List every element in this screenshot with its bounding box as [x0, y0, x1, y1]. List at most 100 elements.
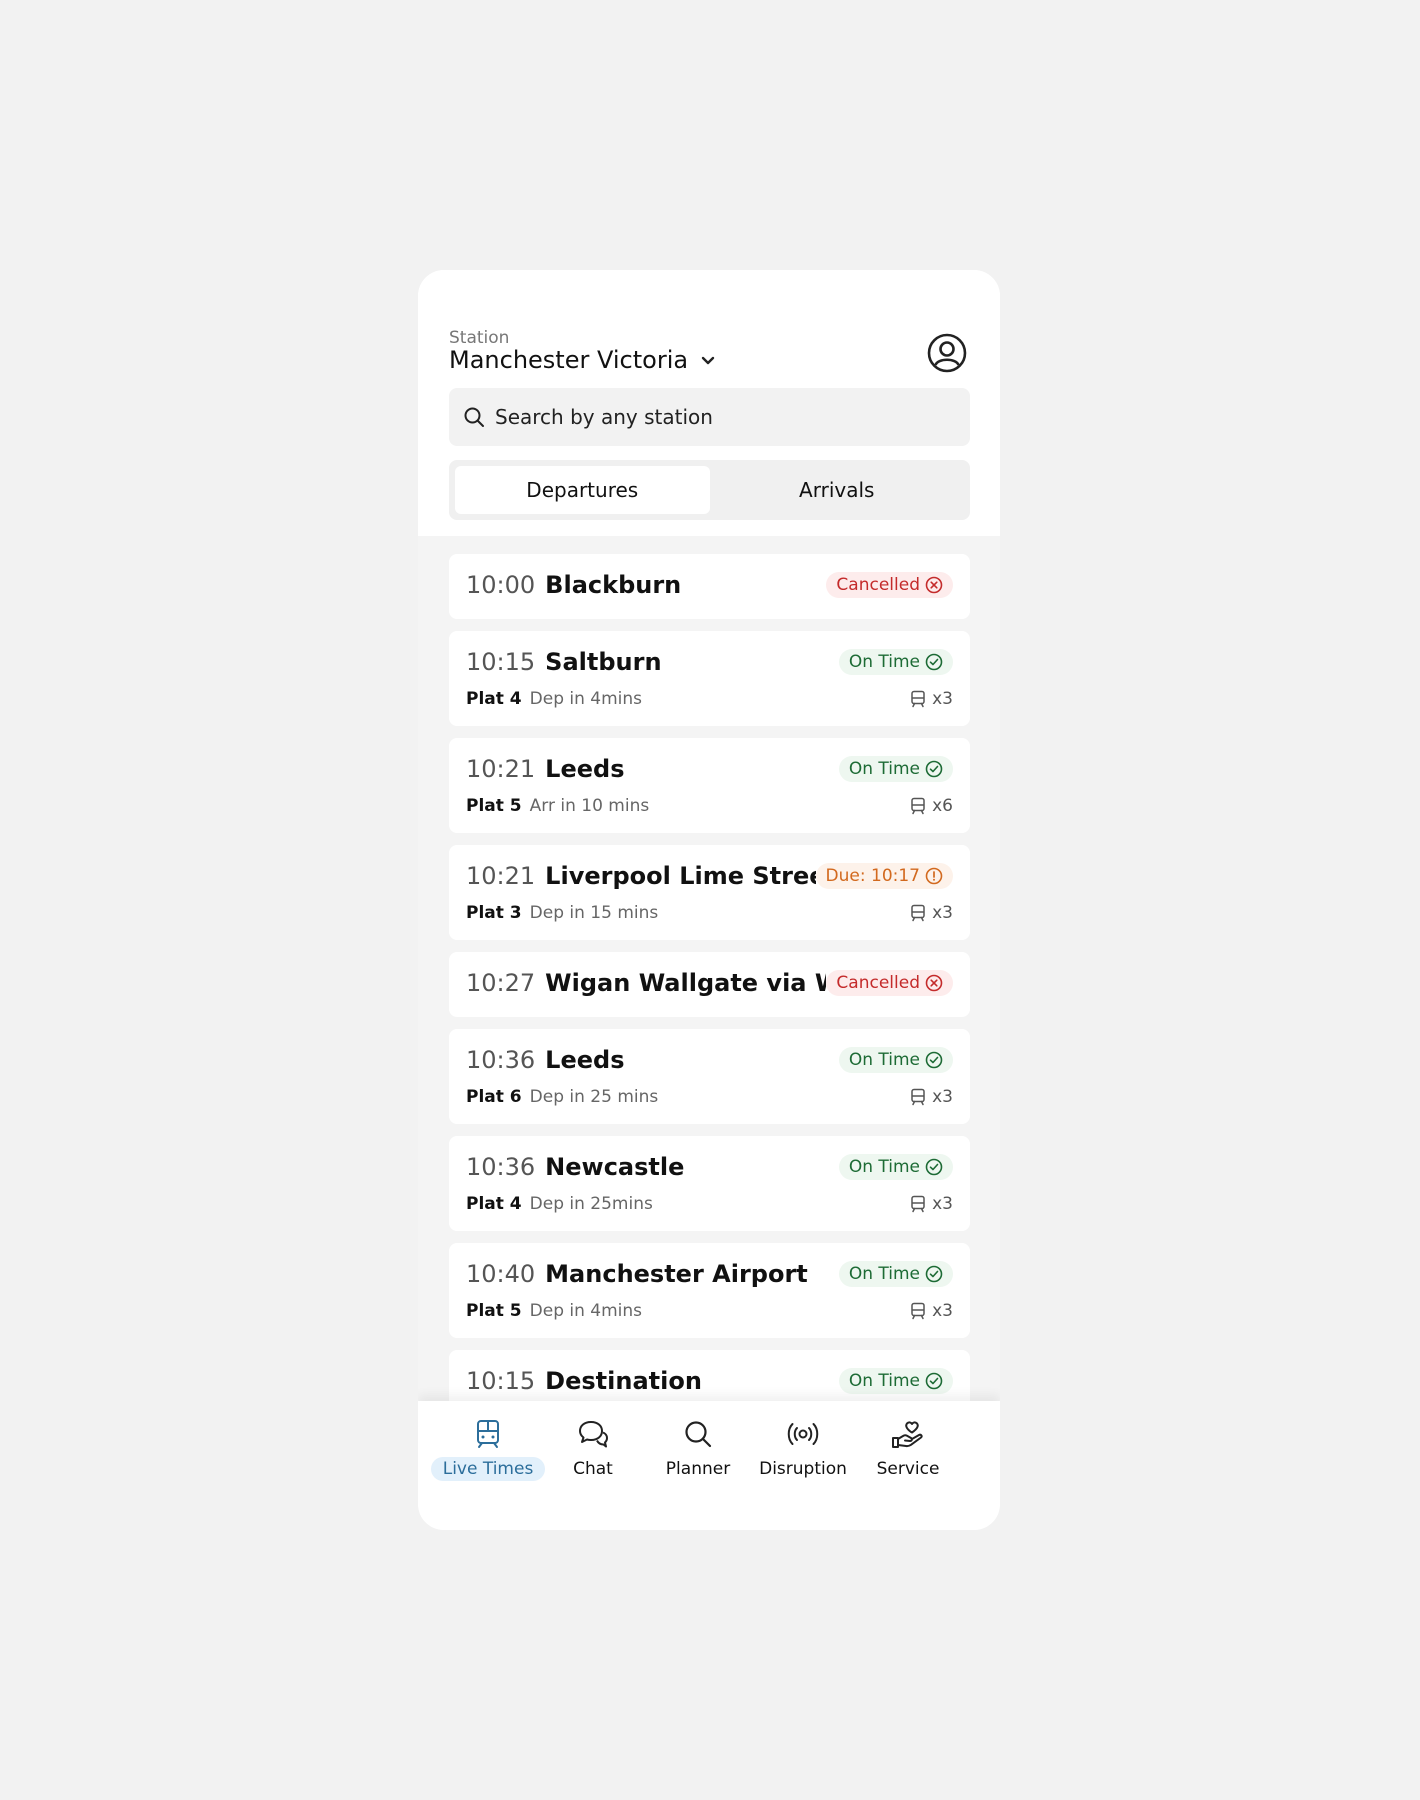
- status-text: On Time: [848, 652, 920, 672]
- carriage-icon: [910, 904, 926, 922]
- check-circle-icon: [925, 760, 943, 778]
- search-placeholder: Search by any station: [495, 405, 713, 429]
- carriage-count: x3: [932, 1301, 953, 1321]
- service-title: 10:40 Manchester Airport: [466, 1260, 808, 1288]
- station-selector[interactable]: Manchester Victoria: [449, 346, 718, 374]
- bottom-nav: Live Times Chat Planner Disruption Servi…: [418, 1401, 1000, 1530]
- services-list[interactable]: 10:00 Blackburn Cancelled 10:15 Saltburn On T…: [418, 536, 1000, 1420]
- status-text: Due: 10:17: [825, 866, 920, 886]
- status-text: On Time: [848, 1371, 920, 1391]
- station-name: Manchester Victoria: [449, 346, 689, 374]
- status-badge: On Time: [838, 649, 953, 675]
- service-title: 10:36 Leeds: [466, 1046, 624, 1074]
- carriage-count: x3: [932, 903, 953, 923]
- service-title: 10:21 Liverpool Lime Street: [466, 862, 816, 890]
- search-icon: [463, 406, 485, 428]
- status-text: On Time: [848, 1264, 920, 1284]
- carriages: x3: [910, 1301, 953, 1321]
- status-badge: On Time: [838, 1261, 953, 1287]
- service-destination: Liverpool Lime Street: [545, 862, 816, 890]
- x-circle-icon: [925, 576, 943, 594]
- carriage-icon: [910, 690, 926, 708]
- nav-planner[interactable]: Planner: [646, 1419, 750, 1481]
- nav-label: Disruption: [759, 1459, 847, 1479]
- departure-info: Arr in 10 mins: [529, 796, 650, 816]
- status-text: On Time: [848, 759, 920, 779]
- service-destination: Newcastle: [545, 1153, 685, 1181]
- service-destination: Manchester Airport: [545, 1260, 808, 1288]
- nav-live-times[interactable]: Live Times: [430, 1419, 546, 1481]
- service-time: 10:00: [466, 571, 536, 599]
- carriage-count: x6: [932, 796, 953, 816]
- direction-toggle: Departures Arrivals: [449, 460, 970, 520]
- service-destination: Wigan Wallgate via Wi...: [545, 969, 826, 997]
- service-card[interactable]: 10:40 Manchester Airport On Time Plat 5 Dep …: [449, 1243, 970, 1338]
- carriage-count: x3: [932, 689, 953, 709]
- service-time: 10:40: [466, 1260, 536, 1288]
- carriages: x3: [910, 1087, 953, 1107]
- carriage-icon: [910, 797, 926, 815]
- carriages: x3: [910, 689, 953, 709]
- train-icon: [474, 1419, 502, 1449]
- service-card[interactable]: 10:36 Newcastle On Time Plat 4 Dep in 25mins…: [449, 1136, 970, 1231]
- status-badge: On Time: [838, 1368, 953, 1394]
- hand-heart-icon: [891, 1419, 925, 1449]
- departure-info: Dep in 25mins: [529, 1194, 653, 1214]
- check-circle-icon: [925, 1372, 943, 1390]
- alert-circle-icon: [925, 867, 943, 885]
- tab-arrivals[interactable]: Arrivals: [710, 466, 965, 514]
- service-card[interactable]: 10:00 Blackburn Cancelled: [449, 554, 970, 619]
- nav-chat[interactable]: Chat: [541, 1419, 645, 1481]
- status-text: On Time: [848, 1157, 920, 1177]
- platform: Plat 4: [466, 689, 522, 709]
- departure-info: Dep in 25 mins: [529, 1087, 659, 1107]
- service-card[interactable]: 10:15 Saltburn On Time Plat 4 Dep in 4mins x3: [449, 631, 970, 726]
- departure-info: Dep in 4mins: [529, 689, 643, 709]
- service-title: 10:15 Destination: [466, 1367, 702, 1395]
- header: Station Manchester Victoria Search by an…: [418, 270, 1000, 536]
- status-badge: Cancelled: [826, 572, 953, 598]
- check-circle-icon: [925, 653, 943, 671]
- nav-label: Chat: [573, 1459, 613, 1479]
- carriages: x3: [910, 1194, 953, 1214]
- nav-disruption[interactable]: Disruption: [751, 1419, 855, 1481]
- status-badge: Cancelled: [826, 970, 953, 996]
- account-icon[interactable]: [926, 332, 968, 374]
- phone-screen: Station Manchester Victoria Search by an…: [418, 270, 1000, 1530]
- carriages: x3: [910, 903, 953, 923]
- service-time: 10:27: [466, 969, 536, 997]
- departure-info: Dep in 4mins: [529, 1301, 643, 1321]
- search-icon: [683, 1419, 713, 1449]
- service-time: 10:15: [466, 648, 536, 676]
- service-destination: Saltburn: [545, 648, 662, 676]
- search-input[interactable]: Search by any station: [449, 388, 970, 446]
- platform: Plat 6: [466, 1087, 522, 1107]
- service-card[interactable]: 10:21 Liverpool Lime Street Due: 10:17 Plat…: [449, 845, 970, 940]
- service-card[interactable]: 10:36 Leeds On Time Plat 6 Dep in 25 mins x3: [449, 1029, 970, 1124]
- carriage-icon: [910, 1088, 926, 1106]
- service-card[interactable]: 10:21 Leeds On Time Plat 5 Arr in 10 mins x6: [449, 738, 970, 833]
- status-badge: On Time: [838, 1154, 953, 1180]
- service-title: 10:21 Leeds: [466, 755, 624, 783]
- status-text: Cancelled: [836, 575, 920, 595]
- status-badge: On Time: [838, 756, 953, 782]
- service-title: 10:36 Newcastle: [466, 1153, 684, 1181]
- service-time: 10:15: [466, 1367, 536, 1395]
- departure-info: Dep in 15 mins: [529, 903, 659, 923]
- service-time: 10:21: [466, 755, 536, 783]
- platform: Plat 3: [466, 903, 522, 923]
- check-circle-icon: [925, 1158, 943, 1176]
- carriage-count: x3: [932, 1194, 953, 1214]
- service-title: 10:00 Blackburn: [466, 571, 681, 599]
- carriages: x6: [910, 796, 953, 816]
- service-destination: Leeds: [545, 755, 625, 783]
- service-destination: Blackburn: [545, 571, 682, 599]
- tab-departures[interactable]: Departures: [455, 466, 710, 514]
- check-circle-icon: [925, 1265, 943, 1283]
- nav-service[interactable]: Service: [856, 1419, 960, 1481]
- service-destination: Destination: [545, 1367, 702, 1395]
- service-card[interactable]: 10:27 Wigan Wallgate via Wi... Cancelled: [449, 952, 970, 1017]
- nav-label: Live Times: [430, 1457, 546, 1481]
- service-time: 10:36: [466, 1046, 536, 1074]
- service-time: 10:36: [466, 1153, 536, 1181]
